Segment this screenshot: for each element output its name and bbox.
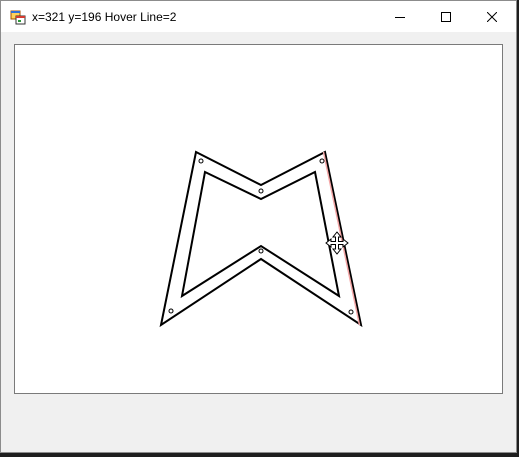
vertex-handle[interactable] (198, 158, 204, 164)
vertex-handle[interactable] (258, 188, 264, 194)
window-title: x=321 y=196 Hover Line=2 (32, 10, 177, 24)
vertex-handle[interactable] (348, 309, 354, 315)
maximize-icon (441, 11, 451, 22)
vertex-handle[interactable] (319, 158, 325, 164)
hover-line-highlight[interactable] (322, 151, 361, 326)
windows-forms-app-icon (10, 10, 26, 25)
vertex-handle[interactable] (258, 248, 264, 254)
minimize-button[interactable] (377, 1, 423, 32)
title-bar[interactable]: x=321 y=196 Hover Line=2 (1, 1, 516, 32)
drawing-canvas[interactable] (14, 44, 503, 394)
vertex-handle[interactable] (168, 308, 174, 314)
close-button[interactable] (469, 1, 515, 32)
maximize-button[interactable] (423, 1, 469, 32)
shape-drawing (159, 150, 363, 328)
app-window: x=321 y=196 Hover Line=2 (0, 0, 517, 453)
minimize-icon (395, 16, 405, 18)
client-area (1, 32, 516, 452)
close-icon (487, 11, 497, 22)
